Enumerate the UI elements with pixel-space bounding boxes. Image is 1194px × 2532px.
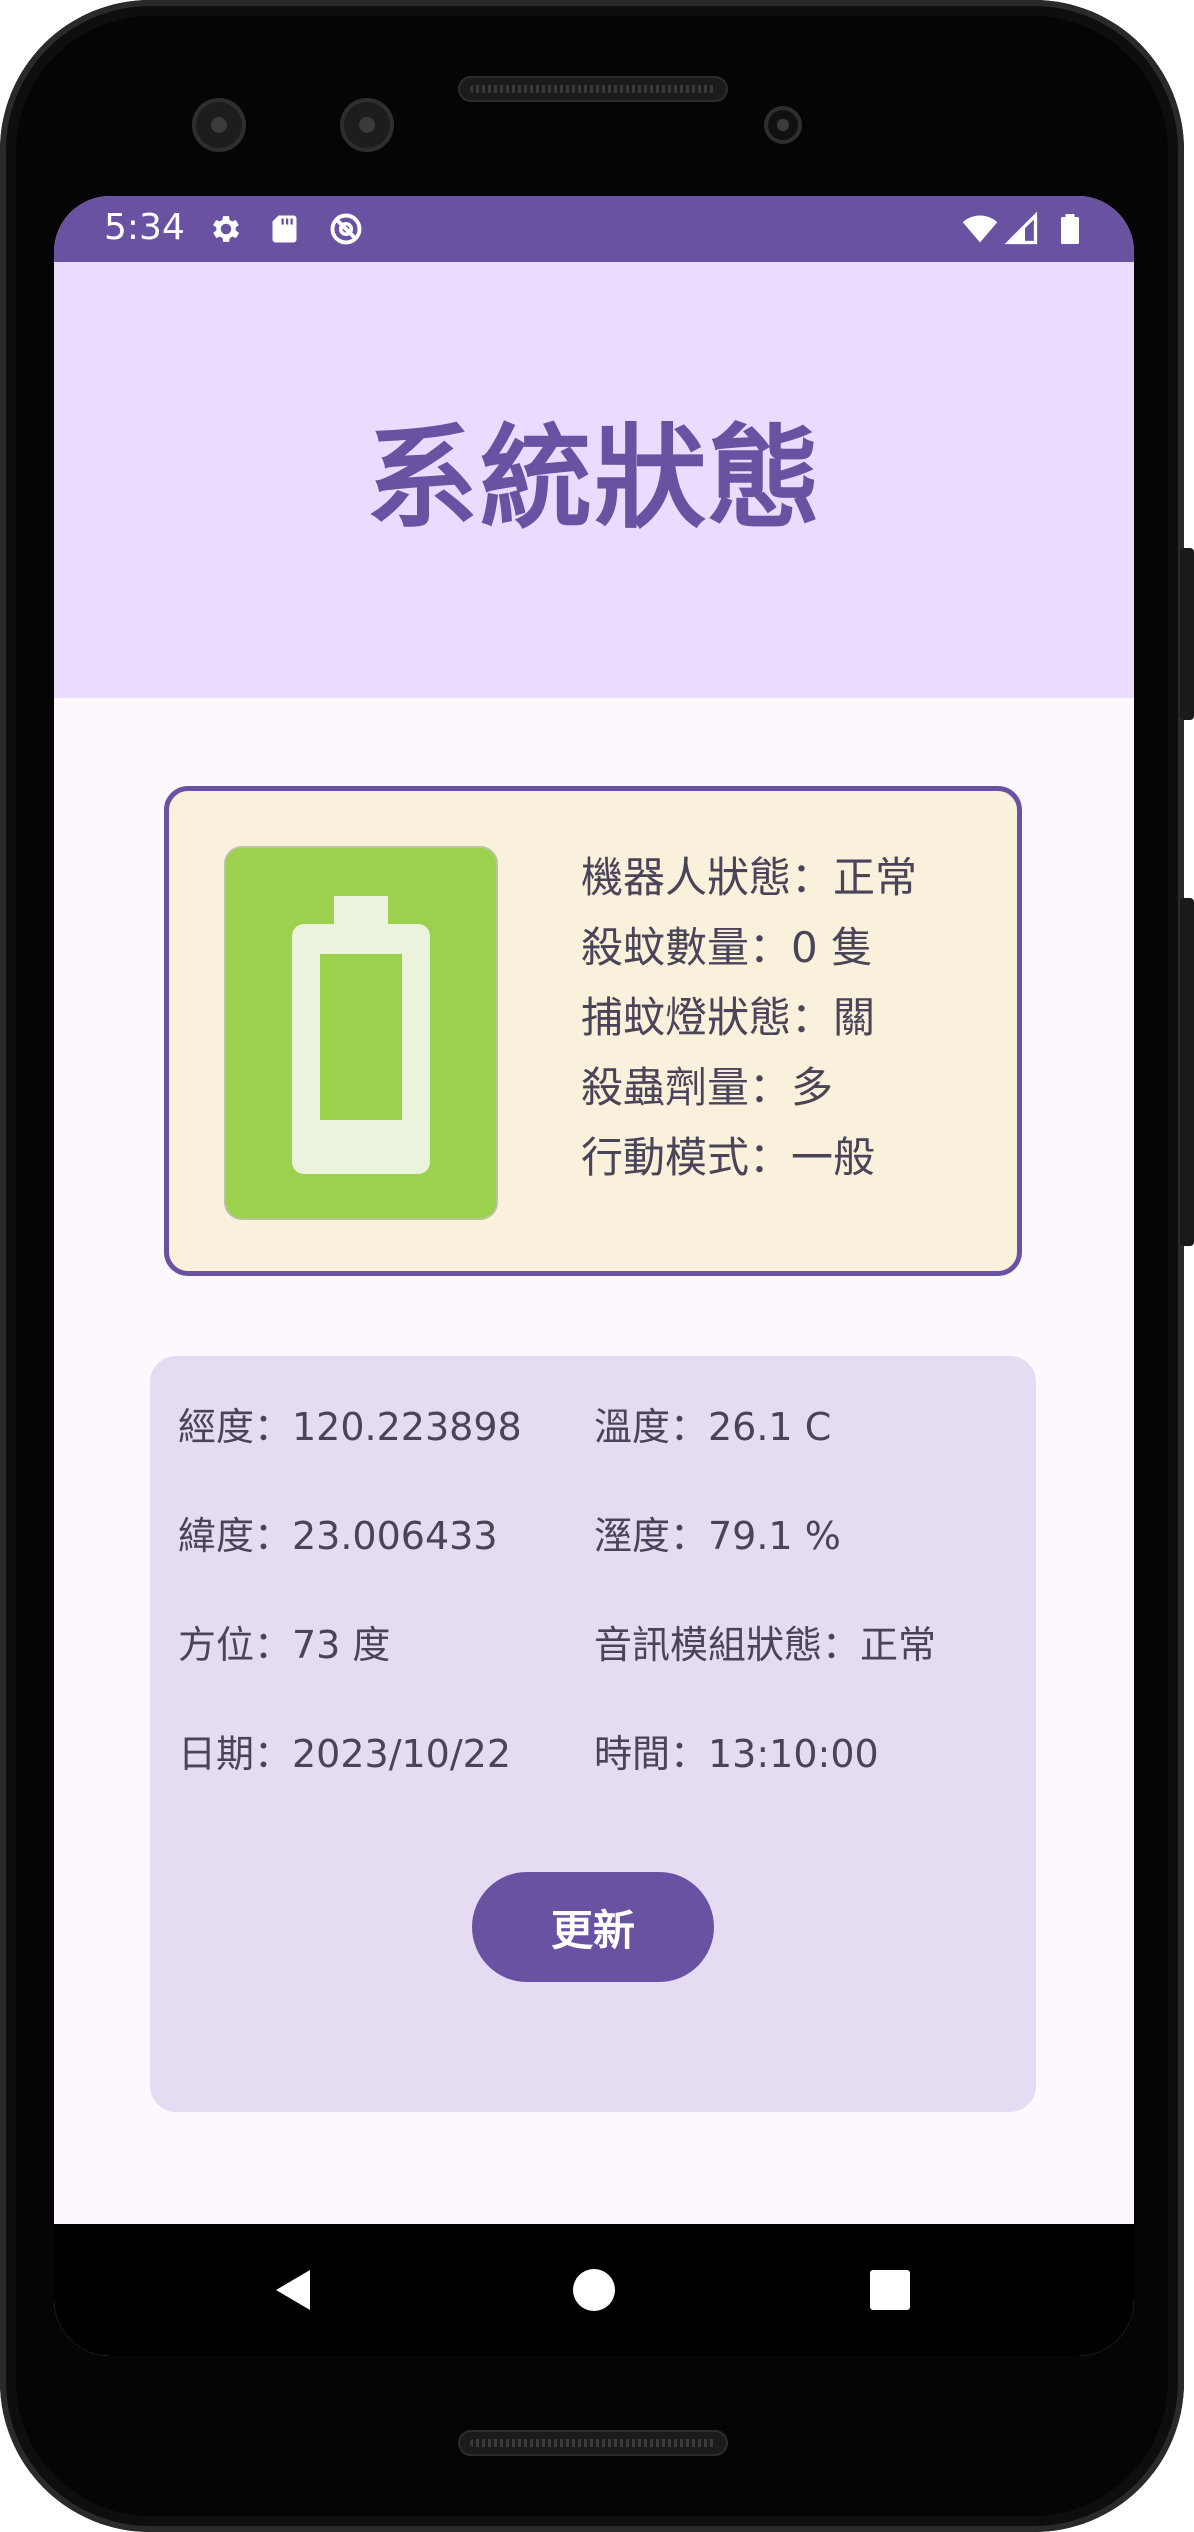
header-banner: 系統狀態 — [54, 262, 1134, 698]
wifi-icon — [962, 215, 998, 243]
time-text: 時間：13:10:00 — [594, 1732, 879, 1776]
home-icon[interactable] — [564, 2260, 624, 2320]
power-button — [1180, 548, 1194, 720]
battery-icon — [1061, 214, 1079, 244]
battery-icon — [292, 896, 430, 1174]
status-bar: 5:34 — [54, 196, 1134, 262]
proximity-sensor — [764, 106, 802, 144]
navigation-bar — [54, 2224, 1134, 2356]
movement-mode-text: 行動模式：一般 — [581, 1133, 876, 1182]
mosquito-lamp-state-text: 捕蚊燈狀態：關 — [581, 993, 876, 1042]
front-camera — [192, 98, 246, 152]
heading-text: 方位：73 度 — [178, 1623, 391, 1667]
status-lines: 機器人狀態：正常 殺蚊數量：0 隻 捕蚊燈狀態：關 殺蟲劑量：多 行動模式：一般 — [581, 843, 917, 1193]
back-icon[interactable] — [268, 2260, 328, 2320]
humidity-text: 溼度：79.1 % — [594, 1514, 841, 1558]
longitude-text: 經度：120.223898 — [178, 1405, 522, 1449]
gear-icon — [213, 216, 240, 242]
temperature-text: 溫度：26.1 C — [594, 1405, 832, 1449]
front-sensor — [340, 98, 394, 152]
recents-icon[interactable] — [860, 2260, 920, 2320]
update-button[interactable]: 更新 — [472, 1872, 714, 1982]
date-text: 日期：2023/10/22 — [178, 1732, 512, 1776]
top-speaker — [458, 76, 728, 102]
cell-signal-icon — [1004, 211, 1038, 245]
mosquito-kill-count-text: 殺蚊數量：0 隻 — [581, 923, 874, 972]
robot-state-text: 機器人狀態：正常 — [581, 853, 918, 902]
sensor-info-panel: 經度：120.223898 溫度：26.1 C 緯度：23.006433 溼度：… — [150, 1356, 1036, 2112]
screen: 5:34 系統狀態 機器人狀態：正常 殺蚊數量：0 隻 捕蚊燈狀態：關 殺蟲劑量… — [54, 196, 1134, 2356]
insecticide-level-text: 殺蟲劑量：多 — [581, 1063, 834, 1112]
battery-panel — [224, 846, 498, 1220]
volume-button — [1180, 898, 1194, 1246]
audio-module-status-text: 音訊模組狀態：正常 — [594, 1623, 937, 1667]
latitude-text: 緯度：23.006433 — [178, 1514, 498, 1558]
robot-status-card: 機器人狀態：正常 殺蚊數量：0 隻 捕蚊燈狀態：關 殺蟲劑量：多 行動模式：一般 — [164, 786, 1022, 1276]
at-sign-icon — [330, 213, 362, 245]
sd-card-icon — [272, 215, 297, 243]
bottom-speaker — [458, 2430, 728, 2456]
page-title: 系統狀態 — [366, 414, 822, 544]
status-time: 5:34 — [104, 207, 185, 248]
